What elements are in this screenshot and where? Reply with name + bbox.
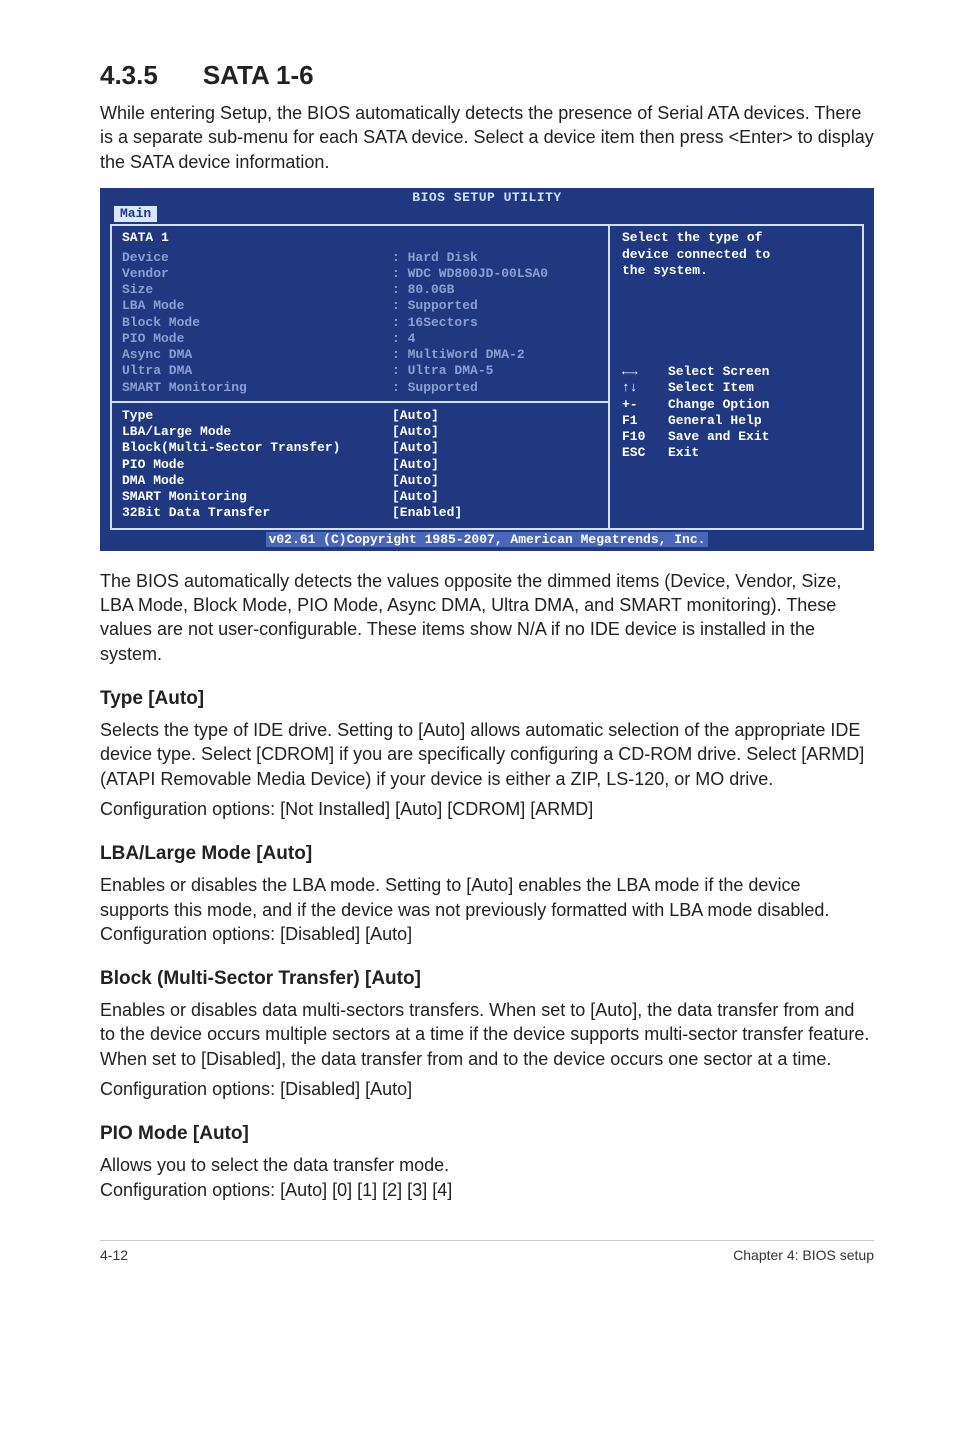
bios-right-pane: Select the type of device connected to t… [610, 226, 862, 527]
chapter-label: Chapter 4: BIOS setup [733, 1247, 874, 1263]
bios-left-title: SATA 1 [122, 230, 598, 249]
bios-item[interactable]: 32Bit Data Transfer[Enabled] [122, 505, 598, 521]
bios-left-pane: SATA 1 Device : Hard Disk Vendor : WDC W… [112, 226, 610, 527]
bios-item[interactable]: PIO Mode[Auto] [122, 457, 598, 473]
lba-paragraph: Enables or disables the LBA mode. Settin… [100, 873, 874, 946]
type-options: Configuration options: [Not Installed] [… [100, 797, 874, 821]
bios-item[interactable]: LBA/Large Mode[Auto] [122, 424, 598, 440]
page-number: 4-12 [100, 1247, 128, 1263]
bios-help-text: Select the type of device connected to t… [622, 230, 852, 279]
block-heading: Block (Multi-Sector Transfer) [Auto] [100, 968, 874, 990]
block-paragraph: Enables or disables data multi-sectors t… [100, 998, 874, 1071]
bios-key-legend: ←→Select Screen ↑↓Select Item +-Change O… [622, 364, 852, 462]
section-number: 4.3.5 [100, 60, 158, 90]
bios-item[interactable]: Type[Auto] [122, 408, 598, 424]
bios-dimmed-block: Device : Hard Disk Vendor : WDC WD800JD-… [122, 250, 598, 396]
after-bios-paragraph: The BIOS automatically detects the value… [100, 569, 874, 666]
pio-paragraph: Allows you to select the data transfer m… [100, 1153, 874, 1177]
section-title-text: SATA 1-6 [203, 60, 314, 90]
intro-paragraph: While entering Setup, the BIOS automatic… [100, 101, 874, 174]
bios-item[interactable]: Block(Multi-Sector Transfer)[Auto] [122, 440, 598, 456]
type-paragraph: Selects the type of IDE drive. Setting t… [100, 718, 874, 791]
page-footer: 4-12 Chapter 4: BIOS setup [100, 1240, 874, 1263]
bios-footer: v02.61 (C)Copyright 1985-2007, American … [100, 530, 874, 551]
type-heading: Type [Auto] [100, 688, 874, 710]
bios-item[interactable]: SMART Monitoring[Auto] [122, 489, 598, 505]
bios-title: BIOS SETUP UTILITY [100, 188, 874, 206]
bios-items-block: Type[Auto] LBA/Large Mode[Auto] Block(Mu… [122, 408, 598, 522]
bios-item[interactable]: DMA Mode[Auto] [122, 473, 598, 489]
pio-options: Configuration options: [Auto] [0] [1] [2… [100, 1178, 874, 1202]
section-heading: 4.3.5 SATA 1-6 [100, 60, 874, 91]
bios-tab-main[interactable]: Main [114, 206, 157, 222]
bios-screenshot: BIOS SETUP UTILITY Main SATA 1 Device : … [100, 188, 874, 551]
pio-heading: PIO Mode [Auto] [100, 1123, 874, 1145]
block-options: Configuration options: [Disabled] [Auto] [100, 1077, 874, 1101]
lba-heading: LBA/Large Mode [Auto] [100, 843, 874, 865]
bios-tabrow: Main [100, 206, 874, 224]
